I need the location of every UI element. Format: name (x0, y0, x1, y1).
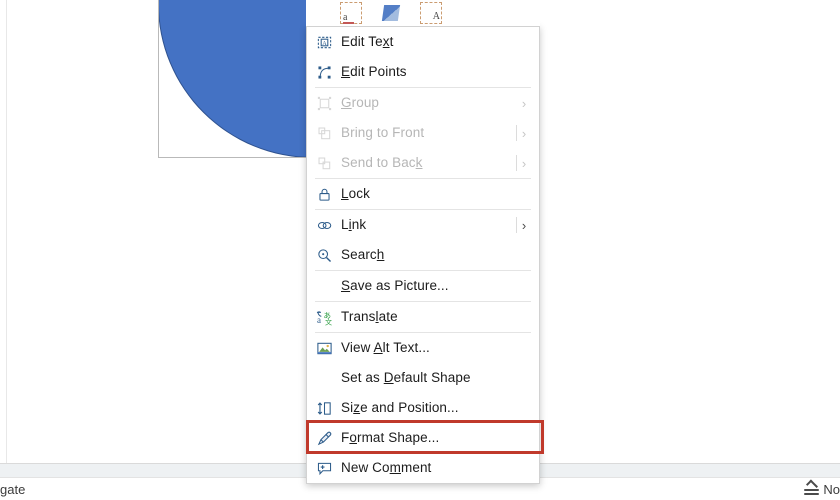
menu-item-label: Translate (341, 309, 398, 325)
new-comment-icon (307, 453, 341, 483)
menu-item-label: Bring to Front (341, 125, 425, 141)
mini-toolbar: a A (306, 0, 540, 26)
menu-item-save-as-picture[interactable]: Save as Picture... (307, 271, 539, 301)
menu-item-size-and-position[interactable]: Size and Position... (307, 393, 539, 423)
edit-points-icon (307, 57, 341, 87)
format-shape-icon (307, 423, 341, 453)
notes-button-label: No (823, 481, 840, 497)
menu-item-send-to-back: Send to Back › (307, 148, 539, 178)
menu-item-label: Edit Text (341, 34, 394, 50)
notes-caret-icon (803, 479, 821, 497)
menu-item-label: View Alt Text... (341, 340, 430, 356)
menu-item-translate[interactable]: a あ文 Translate (307, 302, 539, 332)
format-painter-icon[interactable] (380, 2, 402, 24)
group-icon (307, 88, 341, 118)
text-box-icon[interactable]: A (420, 2, 442, 24)
menu-item-label: New Comment (341, 460, 432, 476)
svg-text:文: 文 (324, 317, 331, 325)
edit-text-icon: A (307, 27, 341, 57)
chevron-right-icon: › (521, 95, 527, 111)
menu-item-label: Format Shape... (341, 430, 440, 446)
menu-item-lock[interactable]: Lock (307, 179, 539, 209)
text-box-icon-glyph: A (432, 11, 440, 22)
menu-item-label: Size and Position... (341, 400, 459, 416)
svg-text:a: a (316, 315, 320, 325)
submenu-divider (516, 155, 517, 171)
menu-item-label: Save as Picture... (341, 278, 449, 294)
notes-button[interactable]: No (803, 479, 840, 497)
menu-item-bring-to-front: Bring to Front › (307, 118, 539, 148)
menu-item-edit-text[interactable]: A Edit Text (307, 27, 539, 57)
menu-item-label: Lock (341, 186, 370, 202)
menu-item-icon-placeholder (307, 271, 341, 301)
menu-item-view-alt-text[interactable]: View Alt Text... (307, 333, 539, 363)
bring-to-front-icon (307, 118, 341, 148)
menu-item-label: Edit Points (341, 64, 407, 80)
menu-item-edit-points[interactable]: Edit Points (307, 57, 539, 87)
powerpoint-window: a A A Edit Text Edit Points Group › Bring to … (0, 0, 840, 500)
menu-item-label: Set as Default Shape (341, 370, 471, 386)
submenu-divider (516, 125, 517, 141)
svg-text:A: A (322, 40, 327, 46)
menu-item-new-comment[interactable]: New Comment (307, 453, 539, 483)
chevron-right-icon: › (521, 217, 527, 233)
status-left-text: gate (0, 482, 26, 497)
menu-item-link[interactable]: Link › (307, 210, 539, 240)
shape-context-menu[interactable]: A Edit Text Edit Points Group › Bring to Fron… (306, 26, 540, 484)
size-position-icon (307, 393, 341, 423)
search-icon (307, 240, 341, 270)
submenu-divider (516, 217, 517, 233)
menu-item-label: Link (341, 217, 367, 233)
lock-icon (307, 179, 341, 209)
link-icon (307, 210, 341, 240)
view-alt-text-icon (307, 333, 341, 363)
chevron-right-icon: › (521, 125, 527, 141)
menu-item-label: Group (341, 95, 380, 111)
menu-item-group: Group › (307, 88, 539, 118)
translate-icon: aあ文 (307, 302, 341, 332)
menu-item-set-default-shape[interactable]: Set as Default Shape (307, 363, 539, 393)
menu-item-icon-placeholder (307, 363, 341, 393)
menu-item-format-shape[interactable]: Format Shape... (307, 423, 539, 453)
send-to-back-icon (307, 148, 341, 178)
slide-left-gutter (0, 0, 7, 463)
chevron-right-icon: › (521, 155, 527, 171)
replace-text-icon[interactable]: a (340, 2, 362, 24)
menu-item-label: Send to Back (341, 155, 423, 171)
menu-item-label: Search (341, 247, 385, 263)
menu-item-search[interactable]: Search (307, 240, 539, 270)
